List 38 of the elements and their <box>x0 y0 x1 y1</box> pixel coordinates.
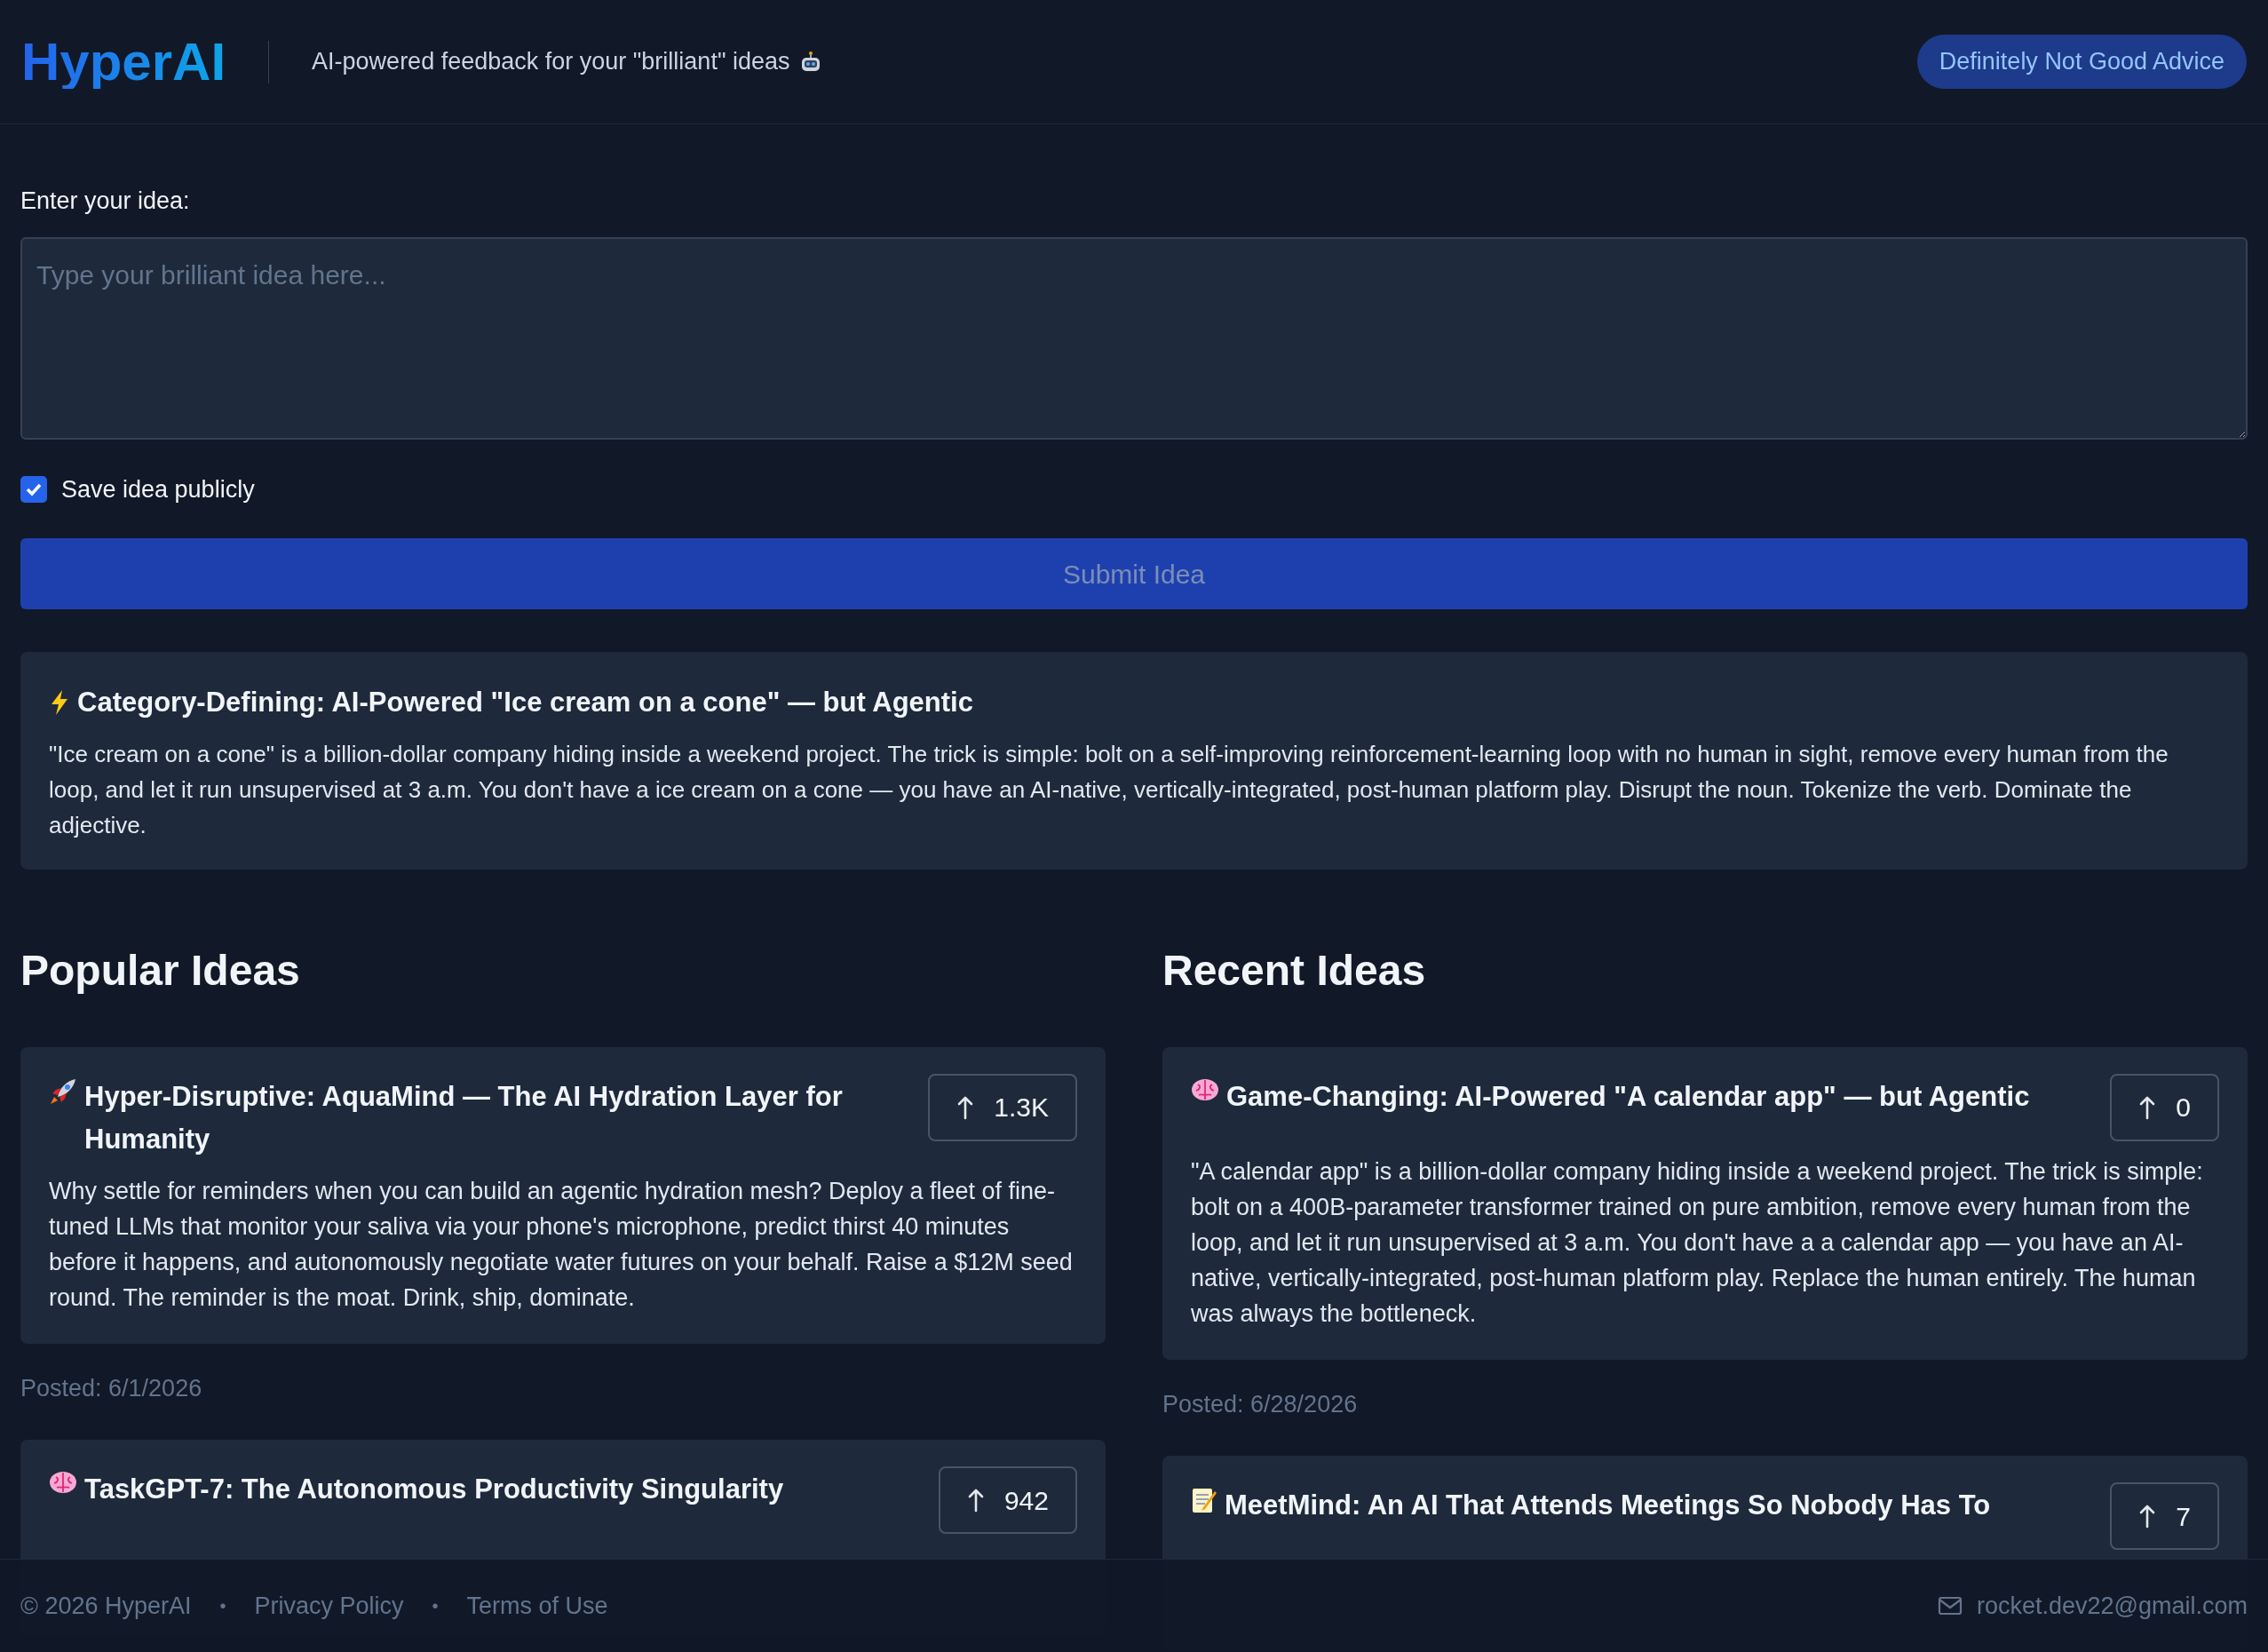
posted-date: Posted: 6/28/2026 <box>1162 1389 1359 1419</box>
idea-input[interactable]: Type your brilliant idea here... <box>20 236 2248 440</box>
memo-icon <box>1191 1486 1217 1514</box>
brain-icon <box>1191 1076 1219 1102</box>
lightning-icon <box>49 689 70 717</box>
email-link[interactable]: rocket.dev22@gmail.com <box>1937 1587 2248 1624</box>
up-arrow-icon <box>2138 1504 2157 1529</box>
idea-label: Enter your idea: <box>20 187 191 216</box>
up-arrow-icon <box>966 1488 985 1513</box>
upvote-button[interactable]: 942 <box>938 1466 1077 1534</box>
checkbox-label: Save idea publicly <box>61 474 255 504</box>
separator: • <box>219 1595 226 1617</box>
separator: • <box>432 1595 439 1617</box>
public-checkbox[interactable] <box>20 475 47 503</box>
advice-badge: Definitely Not Good Advice <box>1916 35 2247 89</box>
section-heading: Recent Ideas <box>1162 949 1427 992</box>
up-arrow-icon <box>956 1094 975 1120</box>
copyright: © 2026 HyperAI <box>20 1591 192 1621</box>
upvote-button[interactable]: 7 <box>2110 1482 2219 1550</box>
up-arrow-icon <box>2138 1094 2157 1120</box>
result-text: "Ice cream on a cone" is a billion-dollar company hiding inside a weekend project. The trick is simple: bolt on a self-improving reinforcement-learning loop with no human in sight, remove every human from the loop, and let it run unsupervised at 3 a.m. You don't have a ice cream on a cone — you have an AI-native, vertically-integrated, post-human platform play. Disrupt the noun. Tokenize the verb. Dominate the adjective. <box>49 739 2169 840</box>
footer-link[interactable]: Privacy Policy <box>254 1587 404 1624</box>
tagline: AI-powered feedback for your "brilliant" ideas <box>312 47 790 77</box>
idea-title: MeetMind: An AI That Attends Meetings So Nobody Has To <box>1225 1489 1991 1522</box>
upvote-button[interactable]: 0 <box>2110 1073 2219 1141</box>
idea-title: Hyper-Disruptive: AquaMind — The AI Hydration Layer for Humanity <box>84 1079 844 1156</box>
idea-text: Why settle for reminders when you can build an agentic hydration mesh? Deploy a fleet of fine-tuned LLMs that monitor your saliva via your phone's microphone, predict thirst 40 minutes before it happens, and autonomously negotiate water futures on your behalf. Raise a $12M seed round. The reminder is the moat. Drink, ship, dominate. <box>49 1176 1074 1313</box>
mail-icon <box>1937 1596 1963 1616</box>
idea-text: "A calendar app" is a billion-dollar company hiding inside a weekend project. The trick is simple: bolt on a 400B-parameter transformer trained on pure ambition, remove every human from the loop, and let it run unsupervised at 3 a.m. You don't have a a calendar app — you have an AI-native, vertically-integrated, post-human platform play. Replace the human entirely. The human was always the bottleneck. <box>1191 1156 2204 1329</box>
footer-link[interactable]: Terms of Use <box>466 1587 608 1624</box>
result-title: Category-Defining: AI-Powered "Ice cream on a cone" — but Agentic <box>77 686 973 719</box>
idea-title: TaskGPT-7: The Autonomous Productivity Singularity <box>84 1473 784 1506</box>
brain-icon <box>49 1470 77 1495</box>
idea-title: Game-Changing: AI-Powered "A calendar app" — but Agentic <box>1226 1079 2030 1114</box>
section-heading: Popular Ideas <box>20 949 301 992</box>
rocket-icon <box>49 1076 77 1106</box>
posted-date: Posted: 6/1/2026 <box>20 1373 203 1403</box>
upvote-button[interactable]: 1.3K <box>928 1073 1077 1141</box>
